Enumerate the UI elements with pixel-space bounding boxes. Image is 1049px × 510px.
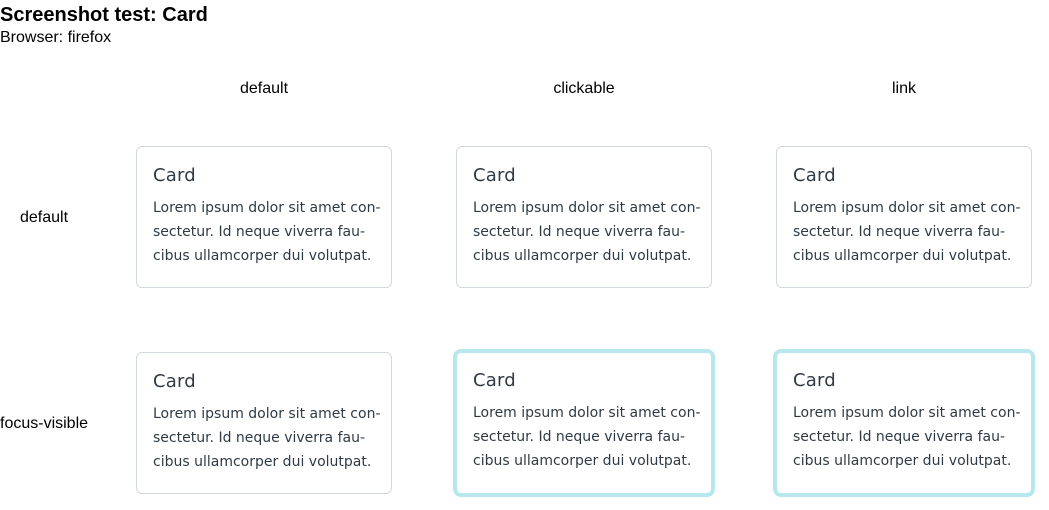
card-clickable-focus-visible[interactable]: Card Lorem ipsum dolor sit amet con- sec… bbox=[453, 349, 715, 497]
card-body: Lorem ipsum dolor sit amet con- sectetur… bbox=[473, 200, 701, 264]
card-body: Lorem ipsum dolor sit amet con- sectetur… bbox=[793, 200, 1021, 264]
column-header-default: default bbox=[239, 80, 289, 97]
card-body: Lorem ipsum dolor sit amet con- sectetur… bbox=[153, 200, 381, 264]
row-header-default: default bbox=[20, 209, 69, 226]
card-link-default[interactable]: Card Lorem ipsum dolor sit amet con- sec… bbox=[776, 146, 1032, 288]
card-default-default: Card Lorem ipsum dolor sit amet con- sec… bbox=[136, 146, 392, 288]
card-title: Card bbox=[153, 371, 196, 392]
card-default-focus-visible: Card Lorem ipsum dolor sit amet con- sec… bbox=[136, 352, 392, 494]
card-clickable-default[interactable]: Card Lorem ipsum dolor sit amet con- sec… bbox=[456, 146, 712, 288]
column-header-clickable: clickable bbox=[553, 80, 615, 97]
card-title: Card bbox=[793, 370, 836, 391]
column-header-link: link bbox=[891, 80, 916, 97]
card-body: Lorem ipsum dolor sit amet con- sectetur… bbox=[473, 405, 701, 469]
card-title: Card bbox=[473, 165, 516, 186]
page-title: Screenshot test: Card bbox=[0, 4, 208, 26]
card-title: Card bbox=[153, 165, 196, 186]
row-header-focus-visible: focus-visible bbox=[0, 415, 89, 432]
card-title: Card bbox=[473, 370, 516, 391]
card-body: Lorem ipsum dolor sit amet con- sectetur… bbox=[153, 406, 381, 470]
card-title: Card bbox=[793, 165, 836, 186]
card-link-focus-visible[interactable]: Card Lorem ipsum dolor sit amet con- sec… bbox=[773, 349, 1035, 497]
browser-label: Browser: firefox bbox=[0, 29, 112, 46]
card-body: Lorem ipsum dolor sit amet con- sectetur… bbox=[793, 405, 1021, 469]
